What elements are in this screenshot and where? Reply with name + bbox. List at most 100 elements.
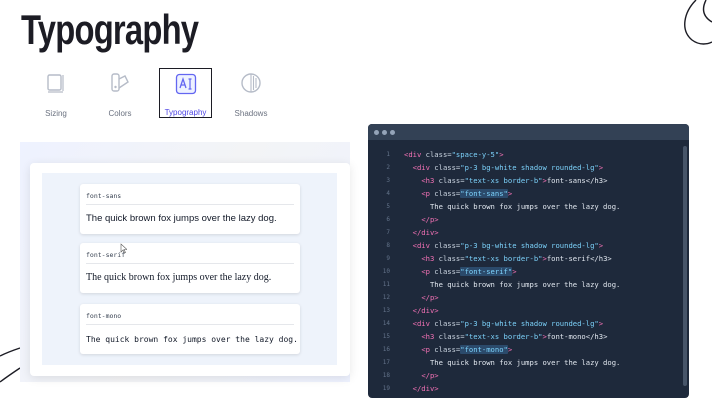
code-token: > — [507, 345, 513, 354]
code-token: > — [598, 163, 604, 172]
code-token: <div — [404, 150, 422, 159]
line-number: 15 — [382, 333, 390, 340]
tab-typography[interactable]: Typography — [159, 68, 212, 118]
code-line: 7 </div> — [368, 226, 689, 239]
shadows-icon — [238, 70, 264, 96]
colors-icon — [107, 70, 133, 96]
card-heading: font-serif — [86, 243, 294, 264]
font-mono-card: font-mono The quick brown fox jumps over… — [80, 304, 300, 354]
card-heading: font-sans — [86, 184, 294, 205]
code-line: 13 </div> — [368, 304, 689, 317]
code-line: 6 </p> — [368, 213, 689, 226]
line-number: 14 — [382, 320, 390, 327]
code-token: <h3 — [421, 332, 435, 341]
code-token: <h3 — [421, 176, 435, 185]
line-number: 2 — [386, 164, 390, 171]
code-text: <div class="space-y-5"> — [404, 148, 504, 161]
window-dot-icon — [390, 129, 395, 135]
code-text: <div class="p-3 bg-white shadow rounded-… — [404, 239, 603, 252]
tab-sizing[interactable]: Sizing — [30, 68, 82, 118]
code-token: class= — [421, 150, 452, 159]
tab-label: Shadows — [234, 109, 268, 118]
code-token: class= — [429, 241, 461, 250]
code-token: > — [598, 319, 604, 328]
code-text: </p> — [404, 291, 438, 304]
code-line: 2 <div class="p-3 bg-white shadow rounde… — [368, 161, 689, 174]
card-sample-text: The quick brown fox jumps over the lazy … — [86, 335, 298, 344]
code-token: "p-3 bg-white shadow rounded-lg" — [460, 241, 599, 250]
line-number: 9 — [386, 255, 390, 262]
code-token: </div> — [412, 228, 439, 237]
code-line: 11 The quick brown fox jumps over the la… — [368, 278, 689, 291]
code-scrollbar[interactable] — [683, 146, 687, 386]
code-text: </p> — [404, 369, 439, 382]
code-token: class= — [434, 176, 465, 185]
line-number: 17 — [382, 359, 390, 366]
line-number: 8 — [386, 242, 390, 249]
tab-colors[interactable]: Colors — [94, 68, 146, 118]
code-text: <p class="font-mono"> — [404, 343, 512, 356]
code-token: </p> — [421, 371, 439, 380]
code-line: 1 <div class="space-y-5"> — [368, 148, 689, 161]
card-heading: font-mono — [86, 304, 294, 325]
line-number: 4 — [386, 190, 390, 197]
code-text: The quick brown fox jumps over the lazy … — [404, 278, 620, 291]
tab-label: Colors — [108, 109, 132, 118]
code-line: 16 <p class="font-mono"> — [368, 343, 689, 356]
code-line: 15 <h3 class="text-xs border-b">font-mon… — [368, 330, 689, 343]
code-token: class= — [429, 345, 461, 354]
code-text: The quick brown fox jumps over the lazy … — [404, 356, 620, 369]
code-token: class= — [434, 332, 465, 341]
code-editor: 1 <div class="space-y-5"> 2 <div class="p-… — [368, 124, 689, 398]
code-text: </p> — [404, 213, 438, 226]
code-line: 18 </p> — [368, 369, 689, 382]
code-line: 8 <div class="p-3 bg-white shadow rounde… — [368, 239, 689, 252]
code-text: <h3 class="text-xs border-b">font-mono</… — [404, 330, 607, 343]
code-line: 14 <div class="p-3 bg-white shadow round… — [368, 317, 689, 330]
code-token: font-serif</h3> — [546, 254, 612, 263]
code-token: <h3 — [421, 254, 435, 263]
line-number: 1 — [386, 151, 390, 158]
line-number: 5 — [386, 203, 390, 210]
code-token: class= — [429, 163, 461, 172]
line-number: 12 — [382, 294, 390, 301]
code-token: "font-sans" — [460, 189, 508, 198]
code-text: <p class="font-serif"> — [404, 265, 517, 278]
font-serif-card: font-serif The quick brown fox jumps ove… — [80, 243, 300, 293]
code-token: class= — [429, 319, 461, 328]
code-text: <div class="p-3 bg-white shadow rounded-… — [404, 161, 603, 174]
code-token: The quick brown fox jumps over the lazy … — [429, 358, 621, 367]
code-token: <p — [421, 345, 430, 354]
line-number: 10 — [382, 268, 390, 275]
code-line: 3 <h3 class="text-xs border-b">font-sans… — [368, 174, 689, 187]
code-line: 5 The quick brown fox jumps over the laz… — [368, 200, 689, 213]
code-line: 17 The quick brown fox jumps over the la… — [368, 356, 689, 369]
code-line: 12 </p> — [368, 291, 689, 304]
code-text: <h3 class="text-xs border-b">font-sans</… — [404, 174, 607, 187]
typography-icon — [173, 71, 199, 96]
line-number: 7 — [386, 229, 390, 236]
tab-shadows[interactable]: Shadows — [225, 68, 277, 118]
code-token: The quick brown fox jumps over the lazy … — [429, 280, 621, 289]
code-text: <p class="font-sans"> — [404, 187, 512, 200]
text-cursor-icon — [120, 243, 127, 254]
code-token: "text-xs border-b" — [464, 332, 543, 341]
code-token: > — [598, 241, 604, 250]
